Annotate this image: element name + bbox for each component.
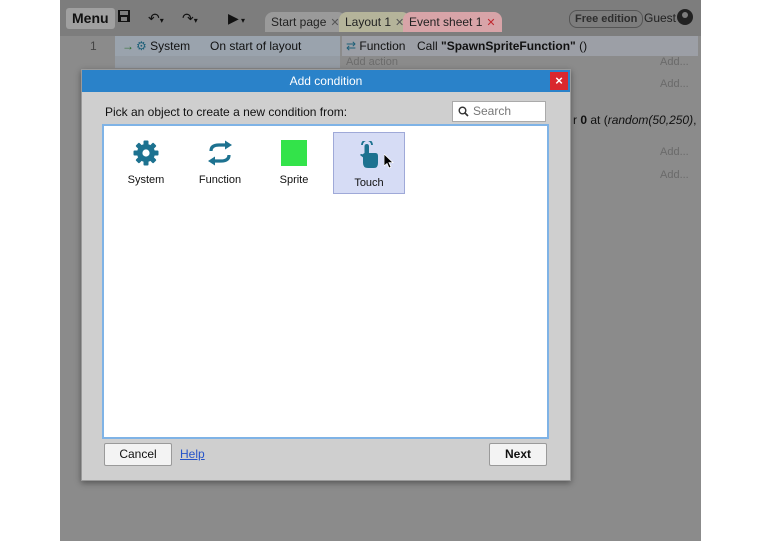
action-object[interactable]: ⇄ Function bbox=[346, 36, 405, 56]
function-arrows-icon: ⇄ bbox=[346, 39, 357, 53]
object-label: Function bbox=[198, 174, 242, 186]
close-icon[interactable]: × bbox=[550, 72, 568, 90]
tab-event-sheet-1[interactable]: Event sheet 1 ✕ bbox=[403, 12, 502, 32]
cancel-button[interactable]: Cancel bbox=[104, 443, 172, 466]
event-row[interactable]: 1 → ⚙ System On start of layout ⇄ Functi… bbox=[60, 36, 701, 56]
add-link[interactable]: Add... bbox=[660, 78, 689, 90]
object-label: Touch bbox=[354, 177, 384, 189]
mouse-cursor-icon bbox=[383, 153, 394, 174]
undo-icon[interactable]: ↶▾ bbox=[148, 8, 164, 31]
edition-badge[interactable]: Free edition bbox=[569, 10, 644, 28]
save-icon[interactable] bbox=[117, 8, 131, 28]
condition-text[interactable]: On start of layout bbox=[210, 36, 301, 56]
object-sprite[interactable]: Sprite bbox=[259, 134, 329, 190]
event-number: 1 bbox=[90, 39, 97, 53]
search-placeholder: Search bbox=[473, 104, 512, 118]
tab-layout-1[interactable]: Layout 1 ✕ bbox=[339, 12, 411, 32]
main-toolbar: Menu ↶▾ ↷▾ ▶ ▾ Start page ✕ Layout 1 ✕ Eve… bbox=[60, 0, 701, 36]
condition-block-extension bbox=[115, 56, 340, 68]
menu-button[interactable]: Menu bbox=[66, 8, 115, 29]
close-tab-icon[interactable]: ✕ bbox=[486, 17, 495, 29]
object-label: System bbox=[127, 174, 165, 186]
condition-object[interactable]: ⚙ System bbox=[136, 36, 190, 56]
sprite-square-icon bbox=[281, 140, 307, 166]
search-icon bbox=[458, 102, 469, 123]
add-link[interactable]: Add... bbox=[660, 146, 689, 158]
action-text-fragment: r 0 at (random(50,250), bbox=[573, 113, 697, 127]
preview-play-icon[interactable]: ▶ ▾ bbox=[228, 8, 245, 31]
add-action-link[interactable]: Add action bbox=[346, 56, 398, 68]
gear-icon: ⚙ bbox=[136, 39, 147, 53]
object-touch[interactable]: Touch bbox=[333, 132, 405, 194]
dialog-title: Add condition bbox=[82, 70, 570, 92]
gear-icon bbox=[133, 140, 159, 166]
action-text[interactable]: Call "SpawnSpriteFunction" () bbox=[417, 36, 587, 56]
next-button[interactable]: Next bbox=[489, 443, 547, 466]
add-condition-dialog: Add condition × Pick an object to create… bbox=[81, 69, 571, 481]
user-icon[interactable] bbox=[677, 9, 693, 25]
function-arrows-icon bbox=[207, 140, 233, 166]
touch-hand-icon bbox=[356, 139, 382, 168]
search-input[interactable]: Search bbox=[452, 101, 546, 122]
object-function[interactable]: Function bbox=[185, 134, 255, 190]
dialog-prompt: Pick an object to create a new condition… bbox=[105, 105, 348, 119]
add-link[interactable]: Add... bbox=[660, 169, 689, 181]
redo-icon[interactable]: ↷▾ bbox=[182, 8, 198, 31]
help-link[interactable]: Help bbox=[180, 447, 205, 461]
object-list: System Function Sprite Touch bbox=[102, 124, 549, 439]
object-system[interactable]: System bbox=[111, 134, 181, 190]
object-label: Sprite bbox=[279, 174, 309, 186]
add-link[interactable]: Add... bbox=[660, 56, 689, 68]
arrow-right-icon: → bbox=[122, 39, 134, 53]
tab-start-page[interactable]: Start page ✕ bbox=[265, 12, 346, 32]
user-label[interactable]: Guest bbox=[644, 10, 676, 26]
